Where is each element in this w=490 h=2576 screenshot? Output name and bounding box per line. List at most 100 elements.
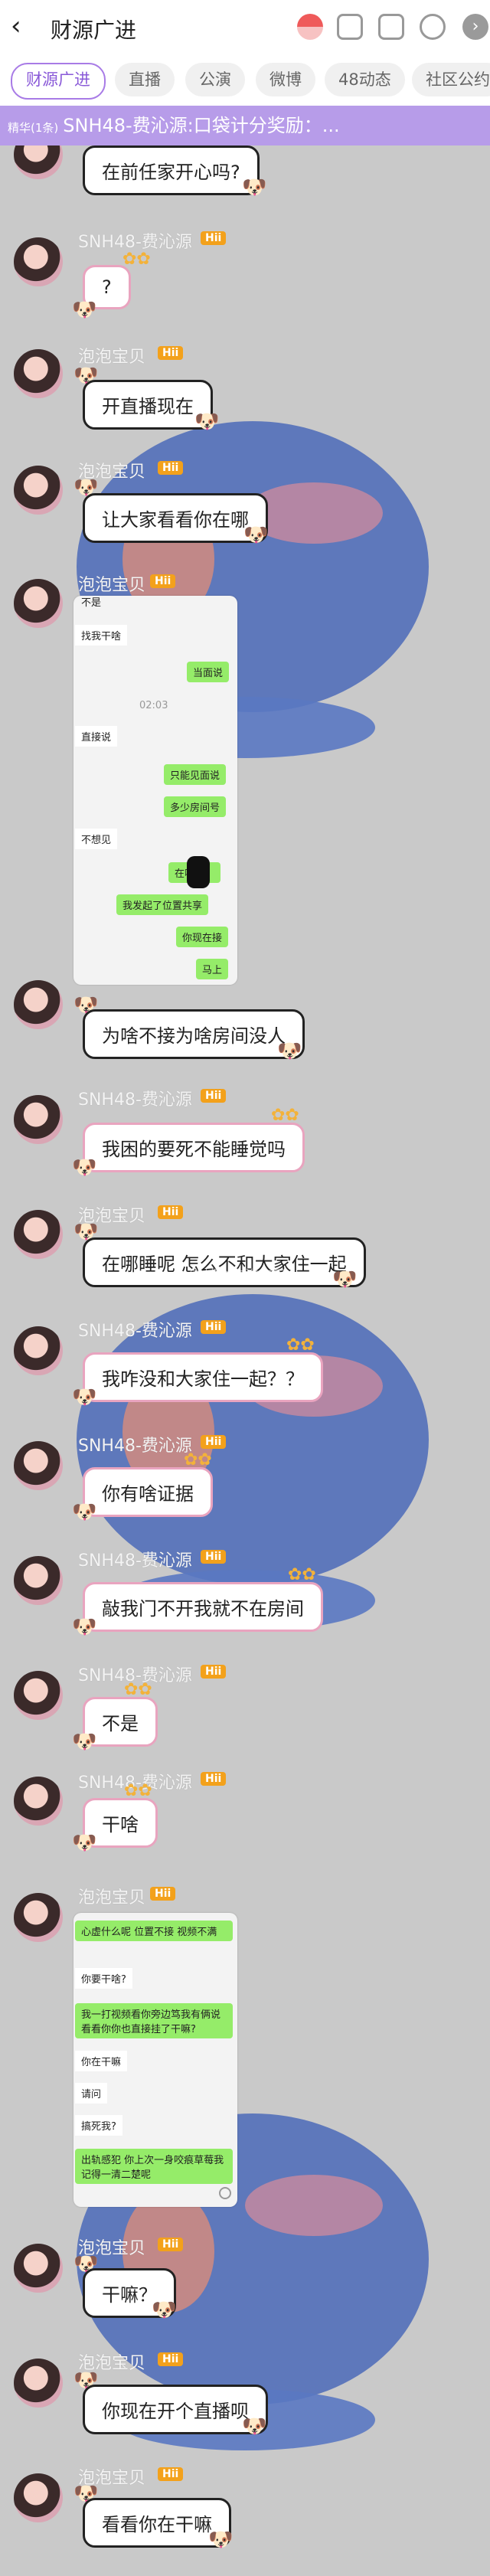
avatar[interactable]: [14, 2473, 63, 2522]
level-badge: Hii: [158, 2352, 184, 2366]
avatar[interactable]: [14, 237, 63, 286]
message-bubble[interactable]: 你现在开个直播呗: [83, 2385, 268, 2434]
level-badge: Hii: [158, 461, 184, 475]
message-bubble[interactable]: 开直播现在: [83, 380, 213, 430]
forward-icon[interactable]: ›: [462, 14, 488, 40]
avatar[interactable]: [14, 2244, 63, 2293]
chat-screenshot-image[interactable]: 不是 找我干啥 当面说 02:03 直接说 只能见面说 多少房间号 不想见 在哪…: [74, 596, 237, 985]
message-bubble[interactable]: 为啥不接为啥房间没人: [83, 1009, 305, 1059]
avatar[interactable]: [14, 579, 63, 628]
pokeball-icon[interactable]: [297, 14, 323, 40]
avatar[interactable]: [14, 1326, 63, 1375]
dog-sticker-icon: 🐶: [72, 1156, 97, 1179]
dog-sticker-icon: 🐶: [243, 524, 269, 547]
tab-community[interactable]: 社区公约: [412, 63, 490, 96]
tab-bar: 财源广进 直播 公演 微博 48动态 社区公约: [0, 57, 490, 106]
tab-weibo[interactable]: 微博: [256, 63, 315, 96]
pinned-banner[interactable]: 精华(1条) SNH48-费沁源:口袋计分奖励：...: [0, 106, 490, 145]
message-bubble[interactable]: 敲我门不开我就不在房间: [83, 1582, 323, 1632]
sender-name: 泡泡宝贝: [78, 1888, 146, 1907]
dog-sticker-icon: 🐶: [208, 2529, 234, 2551]
avatar[interactable]: [14, 1441, 63, 1490]
top-bar: ‹ 财源广进 ›: [0, 0, 490, 57]
watermark: 微博@泡泡宝贝: [190, 1268, 286, 1284]
avatar[interactable]: [14, 466, 63, 515]
tab-48news[interactable]: 48动态: [325, 63, 405, 96]
level-badge: Hii: [201, 1665, 227, 1679]
sender-name: SNH48-费沁源: [78, 1437, 192, 1456]
screenshot-text: 多少房间号: [164, 796, 227, 817]
screenshot-text: 你现在接: [176, 927, 229, 947]
pinned-text: SNH48-费沁源:口袋计分奖励：...: [63, 115, 340, 136]
avatar[interactable]: [14, 1893, 63, 1942]
screenshot-text: 你在干嘛: [75, 2051, 128, 2071]
avatar[interactable]: [14, 145, 63, 179]
screenshot-text: 当面说: [187, 662, 230, 682]
dog-sticker-icon: 🐶: [332, 1268, 358, 1291]
dog-sticker-icon: 🐶: [277, 1040, 302, 1063]
level-badge: Hii: [150, 1887, 176, 1901]
dog-sticker-icon: 🐶: [72, 1501, 97, 1524]
redaction-mark: [187, 856, 210, 888]
level-badge: Hii: [201, 1089, 227, 1103]
dog-sticker-icon: 🐶: [72, 1832, 97, 1855]
tab-live[interactable]: 直播: [115, 63, 175, 96]
screenshot-text: 02:03: [139, 700, 168, 711]
page-title: 财源广进: [51, 18, 137, 43]
chat-screenshot-image[interactable]: 心虚什么呢 位置不接 视频不满 你要干啥? 我一打视频看你旁边笃我有俩说看看你你…: [74, 1913, 237, 2207]
avatar[interactable]: [14, 349, 63, 398]
tab-performance[interactable]: 公演: [185, 63, 245, 96]
dog-sticker-icon: 🐶: [72, 1386, 97, 1409]
flower-deco-icon: ✿✿: [122, 250, 151, 269]
dog-sticker-icon: 🐶: [72, 1616, 97, 1639]
screenshot-text: 不是: [81, 597, 102, 609]
bag-icon[interactable]: [337, 14, 363, 40]
play-icon[interactable]: [219, 2187, 231, 2199]
screenshot-text: 直接说: [75, 726, 118, 747]
tab-caiyuan[interactable]: 财源广进: [11, 63, 106, 100]
dog-sticker-icon: 🐶: [242, 176, 267, 199]
level-badge: Hii: [201, 1320, 227, 1334]
level-badge: Hii: [158, 2238, 184, 2251]
level-badge: Hii: [158, 1205, 184, 1219]
avatar[interactable]: [14, 1095, 63, 1144]
level-badge: Hii: [201, 1550, 227, 1564]
chat-feed[interactable]: 在前任家开心吗? 🐶 SNH48-费沁源 Hii ✿✿ ? 🐶 泡泡宝贝 Hii…: [0, 145, 490, 2576]
message-bubble[interactable]: 让大家看看你在哪: [83, 493, 268, 543]
level-badge: Hii: [201, 231, 227, 245]
dog-sticker-icon: 🐶: [72, 1731, 97, 1754]
level-badge: Hii: [158, 346, 184, 360]
message-bubble[interactable]: 我困的要死不能睡觉吗: [83, 1123, 305, 1172]
screenshot-text: 你要干啥?: [75, 1968, 132, 1989]
message-bubble[interactable]: 我咋没和大家住一起？？: [83, 1352, 323, 1402]
avatar[interactable]: [14, 980, 63, 1029]
screenshot-text: 马上: [196, 959, 229, 979]
message-bubble[interactable]: 你有啥证据: [83, 1467, 213, 1517]
level-badge: Hii: [150, 574, 176, 588]
screenshot-text: 心虚什么呢 位置不接 视频不满: [75, 1921, 233, 1941]
screenshot-text: 只能见面说: [164, 764, 227, 785]
message-bubble[interactable]: 在前任家开心吗?: [83, 145, 260, 195]
screenshot-text: 出轨感犯 你上次一身咬痕草莓我记得一清二楚呢: [75, 2149, 233, 2184]
level-badge: Hii: [158, 2467, 184, 2481]
screenshot-text: 找我干啥: [75, 625, 128, 646]
screenshot-text: 我一打视频看你旁边笃我有俩说看看你你也直接挂了干嘛?: [75, 2003, 233, 2038]
dog-sticker-icon: 🐶: [152, 2299, 177, 2322]
screenshot-text: 请问: [75, 2083, 108, 2104]
dog-sticker-icon: 🐶: [72, 299, 97, 322]
sender-name: SNH48-费沁源: [78, 1090, 192, 1110]
pinned-tag: 精华(1条): [8, 121, 59, 135]
avatar[interactable]: [14, 2359, 63, 2408]
chevron-left-icon[interactable]: ‹: [11, 11, 21, 41]
sender-name: SNH48-费沁源: [78, 1551, 192, 1571]
picture-icon[interactable]: [378, 14, 404, 40]
avatar[interactable]: [14, 1671, 63, 1720]
avatar[interactable]: [14, 1210, 63, 1259]
gear-icon[interactable]: [420, 14, 446, 40]
avatar[interactable]: [14, 1556, 63, 1605]
avatar[interactable]: [14, 1777, 63, 1826]
screenshot-text: 我发起了位置共享: [116, 894, 209, 915]
dog-sticker-icon: 🐶: [194, 410, 220, 433]
sender-name: SNH48-费沁源: [78, 1322, 192, 1341]
level-badge: Hii: [201, 1772, 227, 1786]
